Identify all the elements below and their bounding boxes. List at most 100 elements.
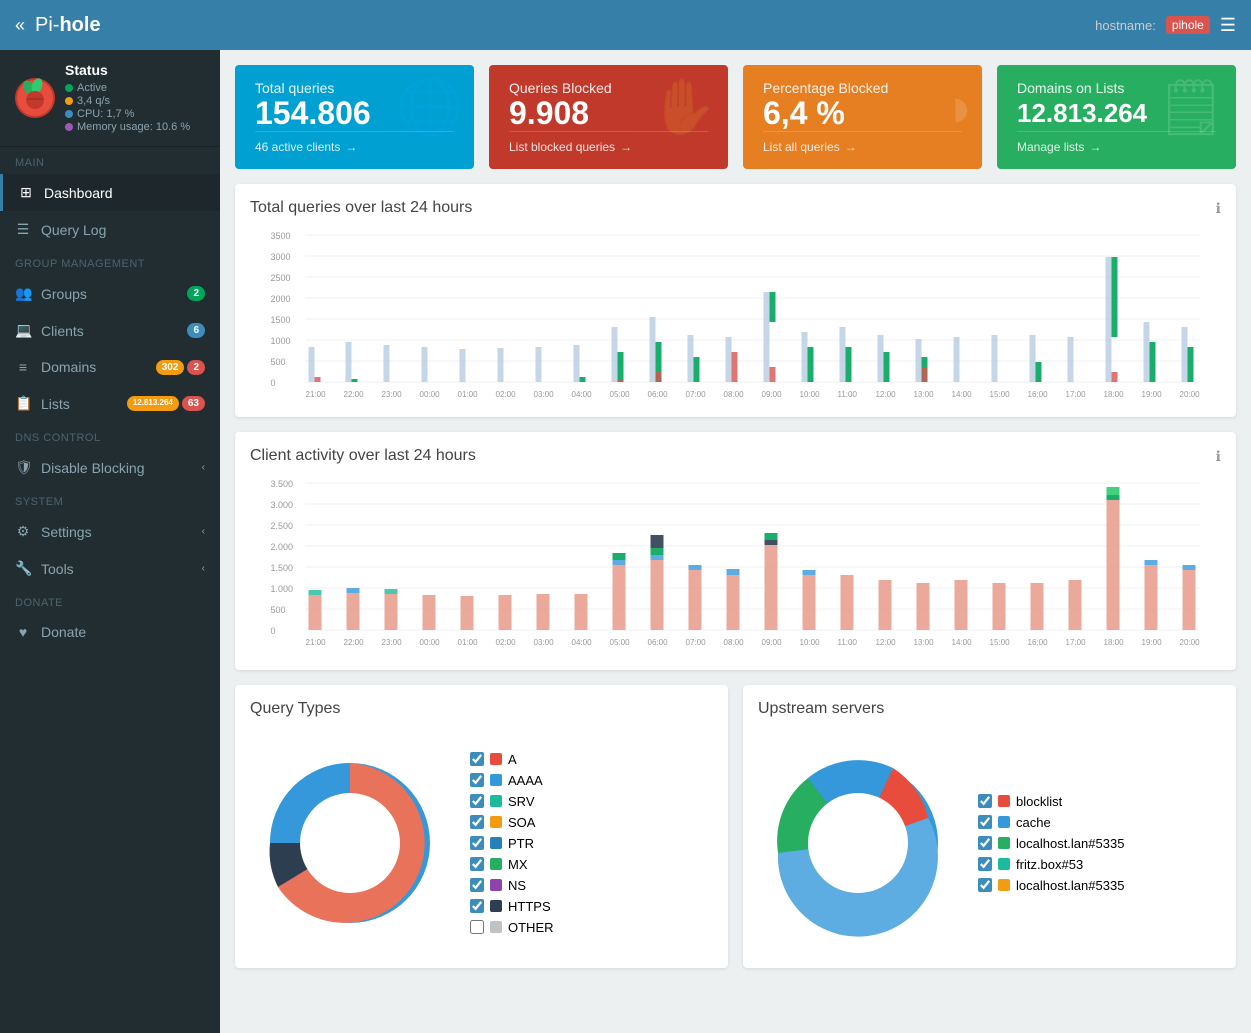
svg-text:07:00: 07:00 [686, 390, 707, 397]
sidebar-item-settings[interactable]: ⚙ Settings ‹ [0, 513, 220, 550]
section-main-label: MAIN [0, 147, 220, 174]
groups-icon: 👥 [15, 285, 31, 302]
domains-badge-extra: 2 [187, 360, 205, 375]
svg-text:10:00: 10:00 [800, 390, 821, 397]
svg-text:14:00: 14:00 [952, 638, 973, 647]
svg-text:00:00: 00:00 [420, 638, 441, 647]
bottom-charts: Query Types [235, 685, 1236, 968]
upstream-servers-card: Upstream servers [743, 685, 1236, 968]
svg-text:20:00: 20:00 [1180, 638, 1201, 647]
svg-text:13:00: 13:00 [914, 390, 935, 397]
sidebar-item-lists[interactable]: 📋 Lists 12.813.264 63 [0, 385, 220, 422]
svg-text:15:00: 15:00 [990, 390, 1011, 397]
legend-mx-label: MX [508, 857, 528, 872]
sidebar-toggle-button[interactable]: « [15, 15, 25, 36]
svg-text:00:00: 00:00 [420, 390, 441, 397]
navbar-right: hostname: pihole ☰ [1095, 15, 1236, 36]
query-log-icon: ☰ [15, 221, 31, 238]
svg-text:2000: 2000 [271, 294, 291, 304]
navbar: « Pi-hole hostname: pihole ☰ [0, 0, 1251, 50]
domains-on-lists-footer[interactable]: Manage lists → [1017, 131, 1216, 154]
sidebar-item-tools[interactable]: 🔧 Tools ‹ [0, 550, 220, 587]
legend-aaaa-check[interactable] [470, 773, 484, 787]
legend-soa-label: SOA [508, 815, 535, 830]
svg-text:04:00: 04:00 [572, 638, 593, 647]
svg-text:12:00: 12:00 [876, 390, 897, 397]
query-types-donut-chart [250, 733, 450, 953]
sidebar-item-clients[interactable]: 💻 Clients 6 [0, 312, 220, 349]
legend-other-check[interactable] [470, 920, 484, 934]
sidebar-domains-label: Domains [41, 359, 146, 375]
svg-text:02:00: 02:00 [496, 390, 517, 397]
svg-text:09:00: 09:00 [762, 390, 783, 397]
stat-box-domains-on-lists[interactable]: 🗒 Domains on Lists 12.813.264 Manage lis… [997, 65, 1236, 169]
sidebar-item-groups[interactable]: 👥 Groups 2 [0, 275, 220, 312]
queries-blocked-label: Queries Blocked [509, 80, 708, 96]
svg-text:19:00: 19:00 [1142, 390, 1163, 397]
legend-srv-check[interactable] [470, 794, 484, 808]
legend-a-label: A [508, 752, 517, 767]
hostname-value: pihole [1166, 16, 1210, 34]
hostname-label: hostname: [1095, 18, 1156, 33]
sidebar-dashboard-label: Dashboard [44, 185, 205, 201]
svg-text:02:00: 02:00 [496, 638, 517, 647]
svg-text:2500: 2500 [271, 273, 291, 283]
svg-text:13:00: 13:00 [914, 638, 935, 647]
svg-text:1.000: 1.000 [271, 584, 294, 594]
total-queries-chart-info-icon[interactable]: ℹ [1216, 200, 1221, 217]
lists-badge-extra: 63 [182, 396, 205, 411]
svg-text:11:00: 11:00 [838, 390, 858, 397]
legend-cache-check[interactable] [978, 815, 992, 829]
queries-blocked-footer[interactable]: List blocked queries → [509, 131, 708, 154]
sidebar-settings-label: Settings [41, 524, 192, 540]
sidebar-item-donate[interactable]: ♥ Donate [0, 614, 220, 650]
legend-soa-check[interactable] [470, 815, 484, 829]
legend-ns-check[interactable] [470, 878, 484, 892]
sidebar-clients-label: Clients [41, 323, 177, 339]
percentage-blocked-footer[interactable]: List all queries → [763, 131, 962, 154]
stat-box-total-queries[interactable]: 🌐 Total queries 154.806 46 active client… [235, 65, 474, 169]
legend-blocklist-check[interactable] [978, 794, 992, 808]
svg-text:04:00: 04:00 [572, 390, 593, 397]
sidebar-item-disable-blocking[interactable]: 🛡 Disable Blocking ‹ [0, 449, 220, 486]
sidebar-item-query-log[interactable]: ☰ Query Log [0, 211, 220, 248]
stat-boxes: 🌐 Total queries 154.806 46 active client… [235, 65, 1236, 169]
stat-box-percentage-blocked[interactable]: ◑ Percentage Blocked 6,4 % List all quer… [743, 65, 982, 169]
svg-text:16:00: 16:00 [1028, 638, 1049, 647]
legend-ptr-label: PTR [508, 836, 534, 851]
legend-localhost1-check[interactable] [978, 836, 992, 850]
svg-text:1.500: 1.500 [271, 563, 294, 573]
stat-box-queries-blocked[interactable]: ✋ Queries Blocked 9.908 List blocked que… [489, 65, 728, 169]
svg-text:09:00: 09:00 [762, 638, 783, 647]
sidebar-donate-label: Donate [41, 624, 205, 640]
svg-text:06:00: 06:00 [648, 638, 669, 647]
legend-localhost2-check[interactable] [978, 878, 992, 892]
svg-text:0: 0 [271, 378, 276, 388]
svg-text:18:00: 18:00 [1104, 390, 1125, 397]
navbar-menu-button[interactable]: ☰ [1220, 15, 1236, 36]
client-activity-chart-info-icon[interactable]: ℹ [1216, 448, 1221, 465]
legend-mx-check[interactable] [470, 857, 484, 871]
legend-fritzbox-check[interactable] [978, 857, 992, 871]
svg-text:22:00: 22:00 [344, 390, 365, 397]
legend-a-check[interactable] [470, 752, 484, 766]
legend-fritzbox-label: fritz.box#53 [1016, 857, 1083, 872]
legend-https-label: HTTPS [508, 899, 551, 914]
svg-text:3000: 3000 [271, 252, 291, 262]
total-queries-footer[interactable]: 46 active clients → [255, 131, 454, 154]
legend-https-check[interactable] [470, 899, 484, 913]
svg-text:14:00: 14:00 [952, 390, 973, 397]
legend-ptr-check[interactable] [470, 836, 484, 850]
svg-text:3500: 3500 [271, 231, 291, 241]
query-types-card: Query Types [235, 685, 728, 968]
svg-text:01:00: 01:00 [458, 390, 479, 397]
sidebar-item-dashboard[interactable]: ⊞ Dashboard [0, 174, 220, 211]
total-queries-chart-card: Total queries over last 24 hours ℹ 3500 … [235, 184, 1236, 417]
tools-arrow-icon: ‹ [202, 563, 205, 574]
svg-text:17:00: 17:00 [1066, 638, 1087, 647]
svg-text:07:00: 07:00 [686, 638, 707, 647]
sidebar-item-domains[interactable]: ≡ Domains 302 2 [0, 349, 220, 385]
percentage-blocked-value: 6,4 % [763, 96, 962, 131]
svg-text:01:00: 01:00 [458, 638, 479, 647]
total-queries-chart-title: Total queries over last 24 hours [250, 199, 472, 217]
